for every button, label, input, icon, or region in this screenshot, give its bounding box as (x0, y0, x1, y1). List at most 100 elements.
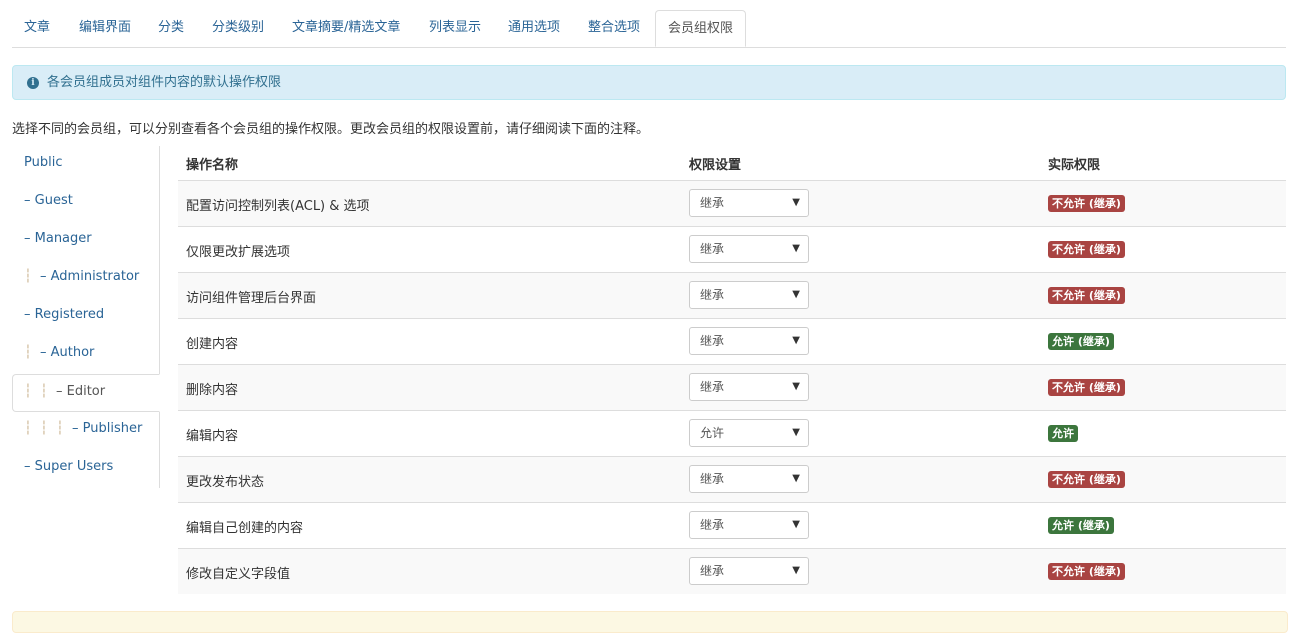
group-super-users[interactable]: – Super Users (12, 450, 159, 488)
permission-select[interactable]: 继承 ▼ (689, 281, 809, 309)
level-indicator: ┆ (40, 421, 48, 436)
select-value: 继承 (700, 334, 725, 348)
table-row: 修改自定义字段值 继承 ▼ 不允许 (继承) (178, 549, 1286, 594)
level-indicator: ┆ (24, 384, 32, 399)
caret-down-icon: ▼ (792, 289, 800, 300)
select-value: 允许 (700, 426, 725, 440)
caret-down-icon: ▼ (792, 381, 800, 392)
permission-select[interactable]: 继承 ▼ (689, 557, 809, 585)
table-header: 操作名称 权限设置 实际权限 (178, 146, 1286, 181)
action-name: 仅限更改扩展选项 (186, 245, 291, 260)
group-publisher[interactable]: ┆ ┆ ┆ – Publisher (12, 412, 159, 450)
status-badge: 不允许 (继承) (1048, 379, 1125, 396)
tab-blog-featured[interactable]: 文章摘要/精选文章 (280, 10, 412, 46)
group-editor[interactable]: ┆ ┆ – Editor (12, 374, 160, 412)
table-row: 配置访问控制列表(ACL) & 选项 继承 ▼ 不允许 (继承) (178, 181, 1286, 227)
table-row: 删除内容 继承 ▼ 不允许 (继承) (178, 365, 1286, 411)
level-indicator: ┆ (24, 269, 32, 284)
table-row: 编辑内容 允许 ▼ 允许 (178, 411, 1286, 457)
caret-down-icon: ▼ (792, 565, 800, 576)
permission-select[interactable]: 继承 ▼ (689, 511, 809, 539)
caret-down-icon: ▼ (792, 197, 800, 208)
group-author[interactable]: ┆ – Author (12, 336, 159, 374)
select-value: 继承 (700, 472, 725, 486)
group-list: Public – Guest – Manager ┆ – Administrato… (12, 146, 160, 488)
caret-down-icon: ▼ (792, 335, 800, 346)
group-label: Public (24, 155, 63, 170)
caret-down-icon: ▼ (792, 427, 800, 438)
action-name: 删除内容 (186, 383, 239, 398)
tab-list-layout[interactable]: 列表显示 (417, 10, 493, 46)
status-badge: 允许 (继承) (1048, 333, 1114, 350)
status-badge: 不允许 (继承) (1048, 563, 1125, 580)
permissions-table: 操作名称 权限设置 实际权限 配置访问控制列表(ACL) & 选项 继承 ▼ 不允… (178, 146, 1286, 594)
caret-down-icon: ▼ (792, 473, 800, 484)
level-indicator: ┆ (24, 345, 32, 360)
group-label: – Super Users (24, 459, 114, 474)
tab-integration[interactable]: 整合选项 (576, 10, 652, 46)
status-badge: 不允许 (继承) (1048, 195, 1125, 212)
group-label: – Registered (24, 307, 105, 322)
tab-category-levels[interactable]: 分类级别 (200, 10, 276, 46)
table-row: 创建内容 继承 ▼ 允许 (继承) (178, 319, 1286, 365)
tab-permissions[interactable]: 会员组权限 (655, 10, 747, 47)
action-name: 更改发布状态 (186, 475, 265, 490)
header-actual: 实际权限 (1048, 158, 1101, 173)
caret-down-icon: ▼ (792, 519, 800, 530)
permission-select[interactable]: 继承 ▼ (689, 189, 809, 217)
level-indicator: ┆ (40, 384, 48, 399)
status-badge: 不允许 (继承) (1048, 287, 1125, 304)
select-value: 继承 (700, 380, 725, 394)
group-manager[interactable]: – Manager (12, 222, 159, 260)
select-value: 继承 (700, 518, 725, 532)
table-row: 编辑自己创建的内容 继承 ▼ 允许 (继承) (178, 503, 1286, 549)
group-label: – Author (40, 345, 95, 360)
group-label: – Publisher (72, 421, 143, 436)
tab-bar: 文章 编辑界面 分类 分类级别 文章摘要/精选文章 列表显示 通用选项 整合选项… (12, 10, 1286, 48)
action-name: 创建内容 (186, 337, 239, 352)
tab-article[interactable]: 文章 (12, 10, 62, 46)
group-label: – Guest (24, 193, 73, 208)
status-badge: 允许 (继承) (1048, 517, 1114, 534)
action-name: 访问组件管理后台界面 (186, 291, 317, 306)
action-name: 配置访问控制列表(ACL) & 选项 (186, 199, 370, 214)
group-guest[interactable]: – Guest (12, 184, 159, 222)
select-value: 继承 (700, 564, 725, 578)
info-alert: i 各会员组成员对组件内容的默认操作权限 (12, 65, 1286, 100)
group-label: – Manager (24, 231, 92, 246)
alert-text: 各会员组成员对组件内容的默认操作权限 (47, 75, 282, 90)
group-public[interactable]: Public (12, 146, 159, 184)
select-value: 继承 (700, 288, 725, 302)
info-icon: i (27, 76, 39, 89)
notes-alert (12, 611, 1288, 633)
tab-edit-screen[interactable]: 编辑界面 (67, 10, 143, 46)
permission-select[interactable]: 继承 ▼ (689, 373, 809, 401)
status-badge: 允许 (1048, 425, 1078, 442)
header-action: 操作名称 (186, 158, 239, 173)
group-registered[interactable]: – Registered (12, 298, 159, 336)
group-label: – Editor (56, 384, 106, 399)
action-name: 编辑自己创建的内容 (186, 521, 304, 536)
caret-down-icon: ▼ (792, 243, 800, 254)
group-administrator[interactable]: ┆ – Administrator (12, 260, 159, 298)
select-value: 继承 (700, 242, 725, 256)
group-label: – Administrator (40, 269, 140, 284)
tab-shared[interactable]: 通用选项 (496, 10, 572, 46)
table-row: 访问组件管理后台界面 继承 ▼ 不允许 (继承) (178, 273, 1286, 319)
status-badge: 不允许 (继承) (1048, 471, 1125, 488)
header-setting: 权限设置 (689, 158, 742, 173)
action-name: 修改自定义字段值 (186, 567, 291, 582)
table-row: 更改发布状态 继承 ▼ 不允许 (继承) (178, 457, 1286, 503)
permission-select[interactable]: 继承 ▼ (689, 235, 809, 263)
status-badge: 不允许 (继承) (1048, 241, 1125, 258)
permission-select[interactable]: 继承 ▼ (689, 327, 809, 355)
permission-select[interactable]: 允许 ▼ (689, 419, 809, 447)
level-indicator: ┆ (24, 421, 32, 436)
permissions-description: 选择不同的会员组，可以分别查看各个会员组的操作权限。更改会员组的权限设置前，请仔… (12, 122, 650, 137)
tab-category[interactable]: 分类 (146, 10, 196, 46)
select-value: 继承 (700, 196, 725, 210)
level-indicator: ┆ (56, 421, 64, 436)
table-row: 仅限更改扩展选项 继承 ▼ 不允许 (继承) (178, 227, 1286, 273)
permission-select[interactable]: 继承 ▼ (689, 465, 809, 493)
action-name: 编辑内容 (186, 429, 239, 444)
